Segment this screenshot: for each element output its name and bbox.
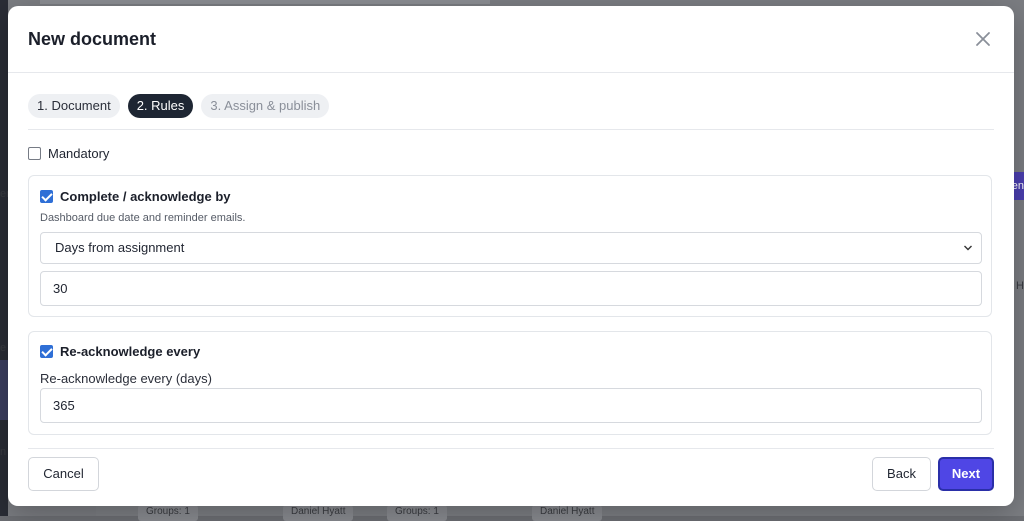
background-text: n xyxy=(0,446,7,458)
step-rules[interactable]: 2. Rules xyxy=(127,94,194,118)
mandatory-row: Mandatory xyxy=(28,146,109,161)
background-sidebar xyxy=(0,0,8,516)
cancel-button[interactable]: Cancel xyxy=(28,457,99,491)
background-chip: Daniel Hyatt xyxy=(283,505,354,521)
back-button[interactable]: Back xyxy=(872,457,931,491)
due-date-mode-select[interactable]: Days from assignment xyxy=(40,232,982,264)
complete-by-row: Complete / acknowledge by xyxy=(40,189,231,204)
mandatory-checkbox[interactable] xyxy=(28,147,41,160)
reacknowledge-label: Re-acknowledge every xyxy=(60,344,201,359)
reacknowledge-card: Re-acknowledge every Re-acknowledge ever… xyxy=(28,331,992,435)
step-assign-publish[interactable]: 3. Assign & publish xyxy=(201,94,330,118)
due-days-input[interactable]: 30 xyxy=(40,271,982,306)
complete-by-label: Complete / acknowledge by xyxy=(60,189,231,204)
reacknowledge-days-input[interactable]: 365 xyxy=(40,388,982,423)
modal-header: New document xyxy=(8,6,1014,73)
modal-title: New document xyxy=(28,29,157,49)
step-document[interactable]: 1. Document xyxy=(28,94,120,118)
wizard-steps: 1. Document 2. Rules 3. Assign & publish xyxy=(28,94,330,118)
complete-by-help-text: Dashboard due date and reminder emails. xyxy=(40,212,246,224)
close-icon xyxy=(976,32,990,46)
reacknowledge-row: Re-acknowledge every xyxy=(40,344,200,359)
chevron-down-icon xyxy=(964,245,972,251)
background-chip: Daniel Hyatt xyxy=(532,505,603,521)
background-right-strip xyxy=(1014,0,1024,516)
background-text: H xyxy=(1016,280,1024,292)
reacknowledge-field-label: Re-acknowledge every (days) xyxy=(40,371,212,386)
background-header-text xyxy=(40,0,490,4)
due-date-mode-value: Days from assignment xyxy=(55,240,185,255)
next-button[interactable]: Next xyxy=(938,457,994,491)
reacknowledge-checkbox[interactable] xyxy=(40,345,53,358)
background-chip: Groups: 1 xyxy=(138,505,198,521)
new-document-modal: New document 1. Document 2. Rules 3. Ass… xyxy=(8,6,1014,506)
footer-divider xyxy=(28,448,994,449)
complete-by-card: Complete / acknowledge by Dashboard due … xyxy=(28,175,992,317)
complete-by-checkbox[interactable] xyxy=(40,190,53,203)
divider xyxy=(28,129,994,130)
close-button[interactable] xyxy=(972,28,994,50)
background-chip: Groups: 1 xyxy=(387,505,447,521)
mandatory-label: Mandatory xyxy=(48,146,110,161)
background-text: e xyxy=(0,342,7,354)
